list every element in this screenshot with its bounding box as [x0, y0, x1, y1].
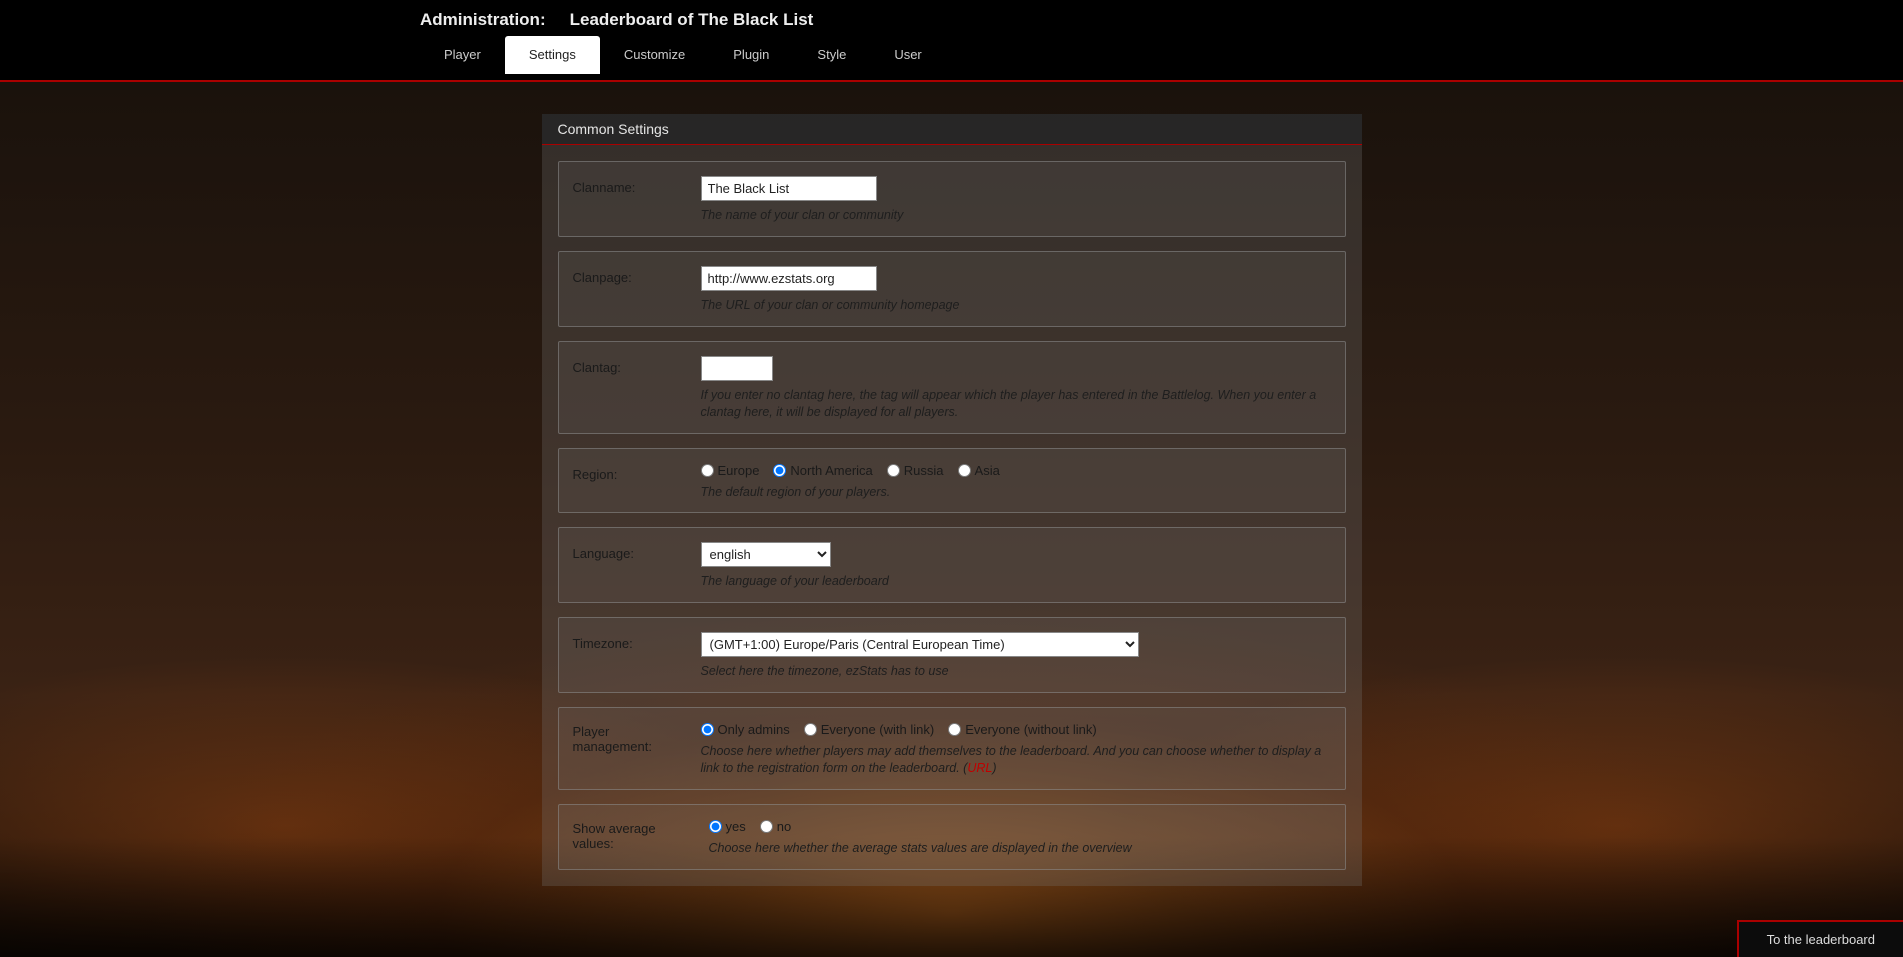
- setting-show-average: Show average values: yes no Choose here …: [558, 804, 1346, 870]
- clanpage-input[interactable]: [701, 266, 877, 291]
- timezone-select[interactable]: (GMT+1:00) Europe/Paris (Central Europea…: [701, 632, 1139, 657]
- setting-player-management: Player management: Only admins Everyone …: [558, 707, 1346, 790]
- region-asia-radio[interactable]: [958, 464, 971, 477]
- region-russia-option[interactable]: Russia: [887, 463, 944, 478]
- main-panel: Common Settings Clanname: The name of yo…: [542, 114, 1362, 886]
- clanname-hint: The name of your clan or community: [701, 207, 1331, 224]
- clanpage-label: Clanpage:: [573, 266, 685, 314]
- region-asia-option[interactable]: Asia: [958, 463, 1000, 478]
- pm-only-admins-option[interactable]: Only admins: [701, 722, 790, 737]
- setting-clantag: Clantag: If you enter no clantag here, t…: [558, 341, 1346, 434]
- tab-bar: Player Settings Customize Plugin Style U…: [420, 36, 1240, 74]
- tab-user[interactable]: User: [870, 36, 945, 74]
- avg-yes-option[interactable]: yes: [709, 819, 746, 834]
- page-title: Leaderboard of The Black List: [570, 10, 814, 30]
- setting-language: Language: english The language of your l…: [558, 527, 1346, 603]
- clanname-input[interactable]: [701, 176, 877, 201]
- panel-body: Clanname: The name of your clan or commu…: [542, 145, 1362, 886]
- timezone-label: Timezone:: [573, 632, 685, 680]
- language-label: Language:: [573, 542, 685, 590]
- to-leaderboard-link[interactable]: To the leaderboard: [1737, 920, 1903, 957]
- admin-label: Administration:: [420, 10, 546, 30]
- clantag-input[interactable]: [701, 356, 773, 381]
- tab-player[interactable]: Player: [420, 36, 505, 74]
- region-north-america-radio[interactable]: [773, 464, 786, 477]
- avg-no-option[interactable]: no: [760, 819, 791, 834]
- setting-region: Region: Europe North America Russia Asia…: [558, 448, 1346, 514]
- pm-everyone-with-link-option[interactable]: Everyone (with link): [804, 722, 934, 737]
- avg-yes-radio[interactable]: [709, 820, 722, 833]
- pm-only-admins-radio[interactable]: [701, 723, 714, 736]
- setting-timezone: Timezone: (GMT+1:00) Europe/Paris (Centr…: [558, 617, 1346, 693]
- region-europe-option[interactable]: Europe: [701, 463, 760, 478]
- player-management-label: Player management:: [573, 722, 685, 777]
- pm-url-link[interactable]: URL: [967, 761, 992, 775]
- pm-everyone-with-link-radio[interactable]: [804, 723, 817, 736]
- clantag-hint: If you enter no clantag here, the tag wi…: [701, 387, 1331, 421]
- top-bar: Administration: Leaderboard of The Black…: [0, 0, 1903, 82]
- language-hint: The language of your leaderboard: [701, 573, 1331, 590]
- tab-style[interactable]: Style: [793, 36, 870, 74]
- tab-settings[interactable]: Settings: [505, 36, 600, 74]
- show-average-hint: Choose here whether the average stats va…: [709, 840, 1331, 857]
- setting-clanname: Clanname: The name of your clan or commu…: [558, 161, 1346, 237]
- player-management-hint: Choose here whether players may add them…: [701, 743, 1331, 777]
- panel-title: Common Settings: [542, 114, 1362, 145]
- region-hint: The default region of your players.: [701, 484, 1331, 501]
- language-select[interactable]: english: [701, 542, 831, 567]
- region-north-america-option[interactable]: North America: [773, 463, 872, 478]
- clanname-label: Clanname:: [573, 176, 685, 224]
- clanpage-hint: The URL of your clan or community homepa…: [701, 297, 1331, 314]
- tab-plugin[interactable]: Plugin: [709, 36, 793, 74]
- region-europe-radio[interactable]: [701, 464, 714, 477]
- timezone-hint: Select here the timezone, ezStats has to…: [701, 663, 1331, 680]
- clantag-label: Clantag:: [573, 356, 685, 421]
- region-russia-radio[interactable]: [887, 464, 900, 477]
- region-label: Region:: [573, 463, 685, 501]
- tab-customize[interactable]: Customize: [600, 36, 709, 74]
- avg-no-radio[interactable]: [760, 820, 773, 833]
- show-average-label: Show average values:: [573, 819, 693, 857]
- pm-everyone-without-link-option[interactable]: Everyone (without link): [948, 722, 1097, 737]
- pm-everyone-without-link-radio[interactable]: [948, 723, 961, 736]
- setting-clanpage: Clanpage: The URL of your clan or commun…: [558, 251, 1346, 327]
